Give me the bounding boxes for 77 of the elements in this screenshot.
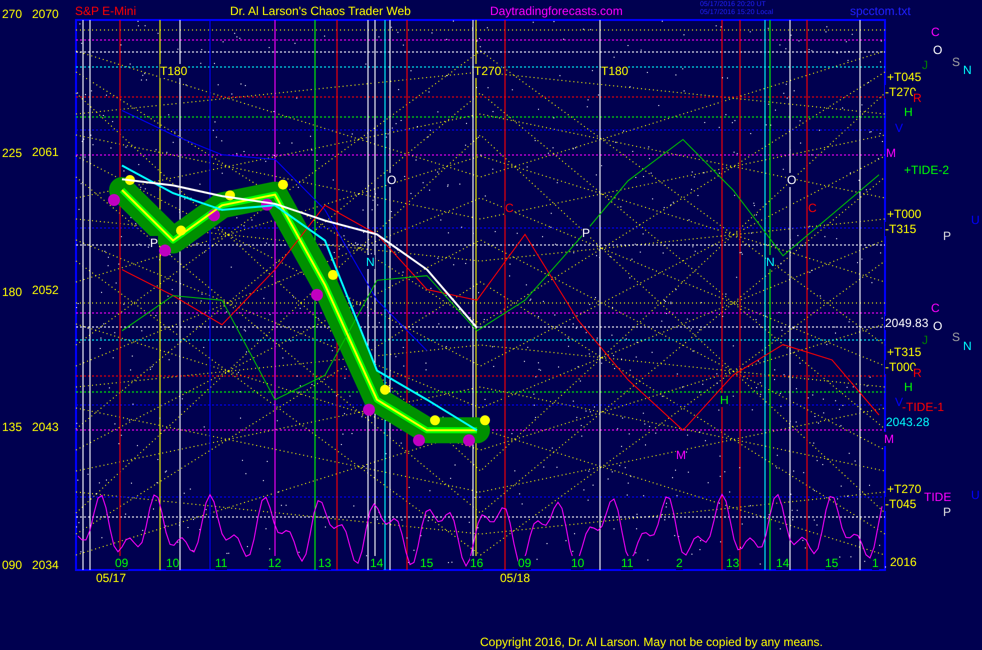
level-label: +T315 [887, 345, 922, 359]
level-label: -T045 [885, 497, 916, 511]
chart-marker-label: P [582, 226, 590, 240]
chart-marker-label: O [787, 173, 796, 187]
level-label: +T000 [887, 207, 922, 221]
hour-label: 09 [115, 556, 128, 570]
axis-price-label: 2034 [32, 558, 59, 572]
level-label: M [886, 146, 896, 160]
hour-label: 2 [676, 556, 683, 570]
level-label: N [963, 63, 972, 77]
hour-label: 11 [215, 556, 228, 570]
site-label: Daytradingforecasts.com [490, 4, 623, 18]
level-label: TIDE [924, 490, 952, 504]
hour-label: 16 [470, 556, 484, 570]
axis-price-label: 2052 [32, 282, 59, 296]
chart-marker-label: M [676, 448, 686, 462]
level-label: R [913, 91, 922, 105]
hour-label: 1 [872, 556, 879, 570]
hour-label: 15 [825, 556, 838, 570]
chart-marker-label: T270 [474, 64, 502, 78]
level-label: P [943, 505, 952, 519]
level-label: +T270 [887, 482, 922, 496]
axis-degree-label: 270 [2, 7, 22, 21]
level-label: C [931, 25, 940, 39]
level-label: H [904, 380, 913, 394]
axis-price-label: 2061 [32, 144, 59, 159]
chart-marker-label: C [505, 201, 514, 215]
hour-label: 14 [370, 556, 384, 570]
hour-label: 14 [776, 556, 790, 570]
axis-degree-label: 225 [2, 146, 22, 160]
level-label: H [904, 105, 913, 119]
level-label: S [952, 330, 960, 344]
hour-label: 10 [571, 556, 584, 570]
level-label: M [884, 432, 894, 446]
axis-price-label: 2070 [32, 7, 59, 21]
level-label: J [922, 333, 928, 347]
level-label: 2049.83 [885, 316, 928, 330]
level-label: V [895, 395, 904, 409]
axis-degree-label: 180 [2, 285, 22, 299]
hour-label: 13 [726, 556, 740, 570]
date-label: 05/17 [96, 571, 126, 585]
date-label: 05/18 [500, 571, 530, 585]
level-label: -TIDE-1 [902, 400, 944, 414]
hour-label: 13 [318, 556, 332, 570]
axis-degree-label: 135 [2, 420, 22, 434]
level-label: J [922, 58, 928, 72]
hour-label: 10 [166, 556, 180, 570]
hour-label: 11 [621, 556, 634, 570]
level-label: R [913, 366, 922, 380]
level-label: -T315 [885, 222, 916, 236]
chart-marker-label: C [808, 201, 817, 215]
file-name-label: spcctom.txt [850, 4, 911, 18]
level-label: O [933, 43, 942, 57]
chart-marker-label: N [766, 255, 775, 269]
hour-label: 09 [518, 556, 532, 570]
level-label: V [895, 121, 904, 135]
chart-marker-label: T180 [601, 64, 628, 78]
axis-degree-label: 090 [2, 558, 22, 572]
symbol-label: S&P E-Mini [75, 4, 136, 18]
level-label: S [952, 55, 960, 69]
axis-price-label: 2043 [32, 420, 59, 434]
chart-title: Dr. Al Larson's Chaos Trader Web [230, 4, 411, 18]
level-label: +T045 [887, 70, 922, 84]
level-label: O [933, 319, 942, 333]
level-label: U [971, 488, 980, 502]
chart-marker-label: H [720, 393, 729, 407]
hour-label: 15 [420, 556, 434, 570]
hour-label: 12 [268, 556, 282, 570]
level-label: U [971, 213, 980, 227]
level-label: P [943, 229, 952, 243]
level-label: 2043.28 [886, 415, 930, 429]
chart-marker-label: T180 [160, 64, 188, 78]
level-label: N [963, 339, 972, 353]
level-label: +TIDE-2 [904, 163, 950, 177]
copyright-notice: Copyright 2016, Dr. Al Larson. May not be copied by any means. [480, 635, 823, 649]
level-label: 2016 [890, 555, 917, 569]
level-label: C [931, 301, 940, 315]
